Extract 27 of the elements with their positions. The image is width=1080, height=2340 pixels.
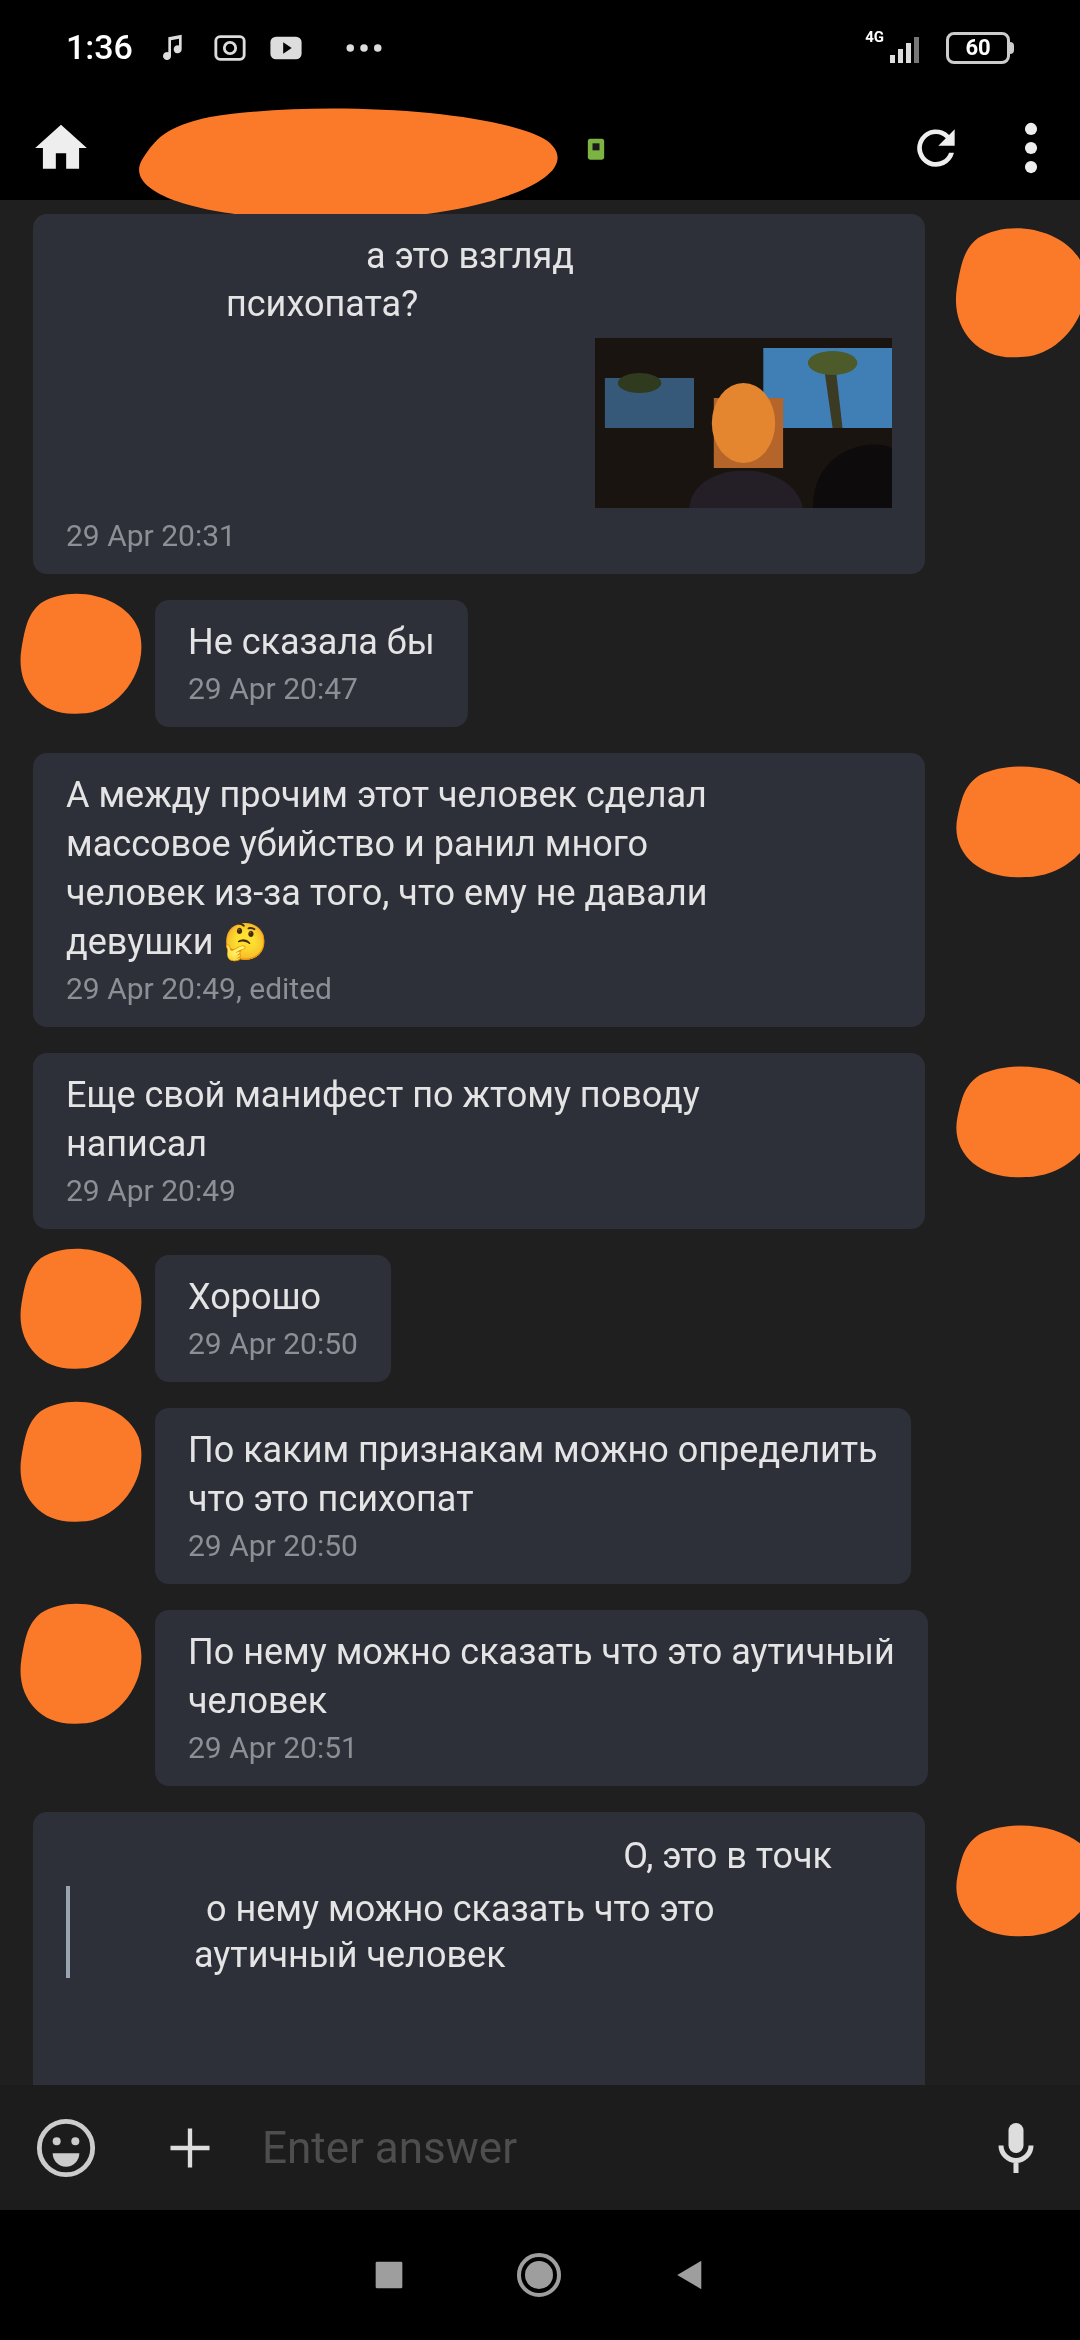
message-text: написал [66, 1122, 209, 1167]
message-text: О, это в точк [623, 1834, 832, 1879]
message-text: По каким признакам можно определить [188, 1428, 878, 1473]
message-text: а это взгляд [366, 234, 575, 279]
message-text: психопата? [225, 282, 420, 327]
message-text: Хорошо [188, 1275, 323, 1320]
quoted-text: о нему можно сказать что это [206, 1887, 715, 1932]
message-time: 29 Apr 20:51 [188, 1729, 359, 1767]
message-time: 29 Apr 20:47 [188, 670, 359, 708]
battery-level: 60 [965, 36, 991, 59]
message-text: Еще свой манифест по жтому поводу [66, 1073, 701, 1118]
message-time: 29 Apr 20:31 [66, 517, 237, 555]
message-time: 29 Apr 20:49, edited [66, 970, 333, 1008]
quoted-text: аутичный человек [194, 1933, 507, 1978]
status-time: 1:36 [66, 26, 133, 69]
message-text: По нему можно сказать что это аутичный [188, 1630, 895, 1675]
message-text: Не сказала бы [188, 620, 435, 665]
message-time: 29 Apr 20:50 [188, 1527, 359, 1565]
message-text: А между прочим этот человек сделал [66, 773, 708, 818]
message-text: человек из-за того, что ему не давали [66, 871, 709, 916]
message-text: девушки 🤔 [66, 920, 269, 965]
message-text: человек [188, 1679, 329, 1724]
message-text: массовое убийство и ранил много [66, 822, 650, 867]
message-time: 29 Apr 20:49 [66, 1172, 237, 1210]
message-text: что это психопат [188, 1477, 475, 1522]
network-label: 4G [865, 27, 884, 48]
message-time: 29 Apr 20:50 [188, 1325, 358, 1363]
